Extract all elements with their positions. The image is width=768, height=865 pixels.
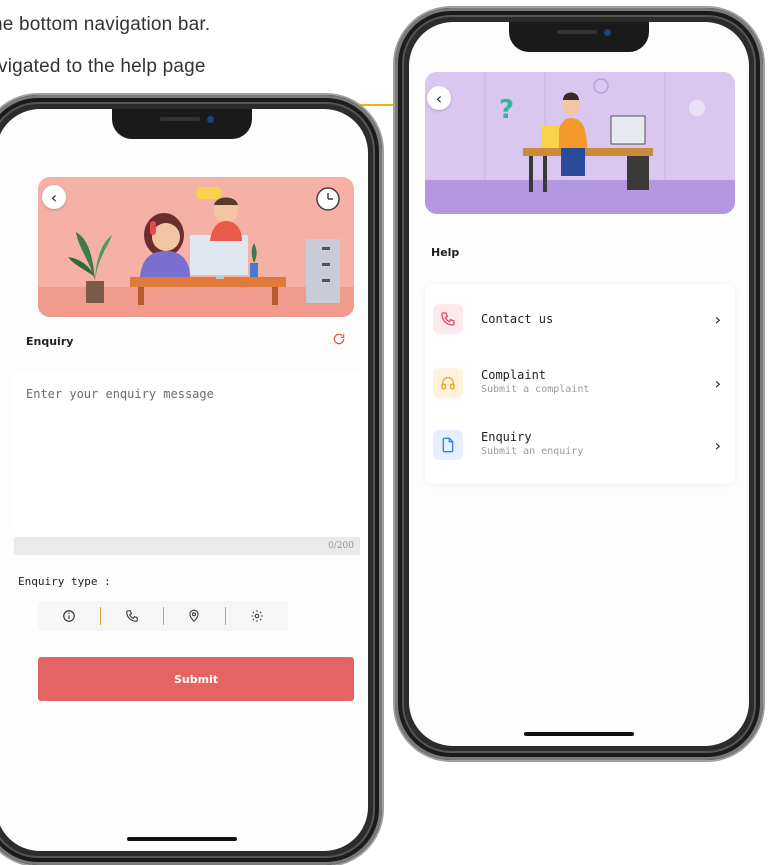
caption-line-1: he bottom navigation bar.	[0, 14, 211, 35]
enquiry-screen: ‹ Enquiry Enter your enquiry message 0/2…	[0, 109, 368, 851]
phone-frame-enquiry: ‹ Enquiry Enter your enquiry message 0/2…	[0, 95, 382, 865]
character-counter: 0/200	[328, 541, 354, 551]
chevron-right-icon: ›	[714, 374, 721, 393]
phone-frame-help: ? ‹ Help Contact us › Complaint Submit a…	[395, 8, 763, 760]
info-icon[interactable]	[38, 601, 100, 631]
menu-item-subtitle: Submit a complaint	[481, 384, 590, 395]
notch	[509, 22, 649, 52]
notch	[112, 109, 252, 139]
message-placeholder: Enter your enquiry message	[26, 387, 214, 401]
submit-button[interactable]: Submit	[38, 657, 354, 701]
document-icon	[433, 430, 463, 460]
menu-item-subtitle: Submit an enquiry	[481, 446, 584, 457]
menu-item-contact-us[interactable]: Contact us ›	[425, 292, 735, 348]
menu-item-title: Contact us	[481, 312, 554, 326]
menu-item-complaint[interactable]: Complaint Submit a complaint ›	[425, 356, 735, 412]
location-icon[interactable]	[164, 601, 226, 631]
back-button[interactable]: ‹	[42, 185, 66, 209]
enquiry-message-input[interactable]: Enter your enquiry message	[14, 371, 360, 535]
gear-icon[interactable]	[226, 601, 288, 631]
refresh-icon[interactable]	[332, 331, 346, 350]
help-menu: Contact us › Complaint Submit a complain…	[425, 284, 735, 484]
enquiry-type-selector	[38, 601, 288, 631]
back-button[interactable]: ‹	[427, 86, 451, 110]
home-indicator	[524, 732, 634, 736]
help-screen: ? ‹ Help Contact us › Complaint Submit a…	[409, 22, 749, 746]
svg-text:?: ?	[499, 95, 514, 125]
home-indicator	[127, 837, 237, 841]
enquiry-banner-illustration	[38, 177, 354, 317]
chevron-right-icon: ›	[714, 436, 721, 455]
menu-item-title: Enquiry	[481, 430, 532, 444]
help-banner-illustration: ?	[425, 72, 735, 214]
enquiry-type-label: Enquiry type :	[18, 575, 111, 588]
menu-item-enquiry[interactable]: Enquiry Submit an enquiry ›	[425, 418, 735, 474]
phone-icon[interactable]	[101, 601, 163, 631]
chevron-right-icon: ›	[714, 310, 721, 329]
phone-icon	[433, 304, 463, 334]
character-counter-strip: 0/200	[14, 537, 360, 555]
enquiry-title: Enquiry	[26, 335, 74, 348]
menu-item-title: Complaint	[481, 368, 547, 382]
caption-line-2: vigated to the help page	[0, 56, 206, 77]
headphones-icon	[433, 368, 463, 398]
help-title: Help	[431, 246, 460, 259]
